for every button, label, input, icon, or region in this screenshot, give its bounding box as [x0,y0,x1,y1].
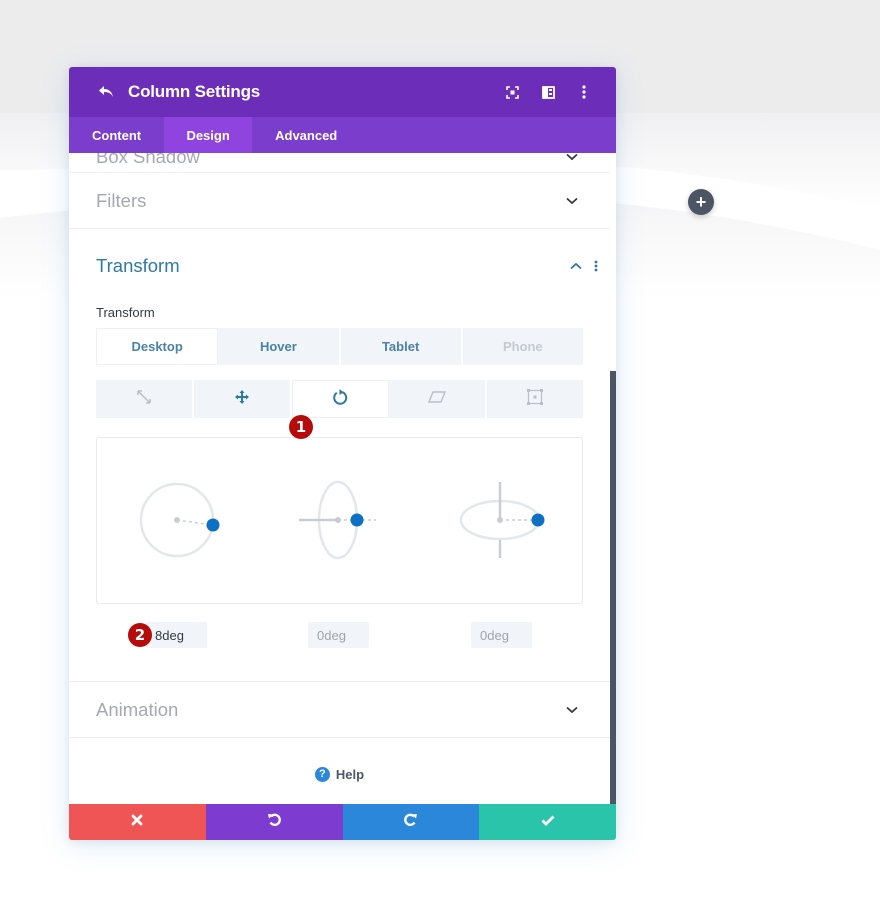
device-tab-hover[interactable]: Hover [218,328,341,365]
rotate-x-input[interactable]: 0deg [308,622,369,648]
transform-field-label: Transform [96,305,155,320]
device-tab-phone[interactable]: Phone [463,328,583,365]
chevron-down-icon[interactable] [564,153,580,165]
rotate-x-handle [350,513,364,527]
origin-icon [526,388,544,411]
skew-icon [428,390,447,408]
focus-icon[interactable] [494,77,530,107]
transform-tool-tabs [96,380,583,418]
undo-button[interactable] [205,804,343,840]
section-title: Box Shadow [96,153,200,167]
tool-tab-scale[interactable] [96,380,194,418]
back-arrow-icon[interactable] [96,82,116,102]
section-title[interactable]: Transform [96,255,568,277]
section-filters[interactable]: Filters [69,173,610,229]
device-tab-desktop[interactable]: Desktop [96,328,219,365]
device-tabs: Desktop Hover Tablet Phone [96,328,583,365]
rotate-controls-panel [96,437,583,604]
settings-scroll-area: Box Shadow Filters Transform Transform D… [69,153,616,804]
tab-content[interactable]: Content [69,117,164,153]
section-animation[interactable]: Animation [69,682,610,738]
rotate-values-row: 2 8deg 0deg 0deg [96,604,583,651]
plus-icon: + [695,192,707,212]
tool-tab-origin[interactable] [487,380,583,418]
rotate-z-handle [206,518,220,532]
modal-footer [69,804,616,840]
scrollbar[interactable] [610,371,616,804]
rotate-z-dial[interactable] [139,482,220,558]
more-vertical-icon[interactable] [566,77,602,107]
move-icon [234,389,249,409]
check-icon [541,813,555,831]
rotate-y-dial[interactable] [459,482,545,558]
rotate-y-handle [531,513,545,527]
section-title: Filters [96,189,147,211]
close-icon [131,813,143,831]
rotate-x-dial[interactable] [299,480,376,560]
section-transform: Transform Transform Desktop Hover Tablet… [69,229,610,682]
split-view-icon[interactable] [530,77,566,107]
more-vertical-icon[interactable] [588,258,604,274]
add-section-button[interactable]: + [688,189,714,215]
section-title: Animation [96,698,179,720]
chevron-down-icon[interactable] [564,702,580,718]
column-settings-modal: Column Settings Content Design Advanced … [69,67,616,840]
tool-tab-skew[interactable] [389,380,488,418]
modal-header: Column Settings [69,67,616,117]
tool-tab-translate[interactable] [194,380,292,418]
save-button[interactable] [479,804,616,840]
rotate-z-input[interactable]: 8deg [146,622,207,648]
tab-advanced[interactable]: Advanced [252,117,360,153]
settings-tabs: Content Design Advanced [69,117,616,153]
annotation-badge-2: 2 [128,623,152,647]
help-link[interactable]: ? Help [69,738,610,804]
redo-button[interactable] [342,804,480,840]
modal-title: Column Settings [128,82,261,101]
section-box-shadow[interactable]: Box Shadow [69,153,610,173]
annotation-badge-1: 1 [289,415,313,439]
chevron-up-icon[interactable] [568,258,584,274]
rotate-y-input[interactable]: 0deg [471,622,532,648]
device-tab-tablet[interactable]: Tablet [341,328,463,365]
rotate-icon [332,388,348,411]
resize-icon [136,389,152,410]
redo-icon [403,812,418,832]
cancel-button[interactable] [69,804,206,840]
help-label: Help [335,766,365,782]
chevron-down-icon[interactable] [564,193,580,209]
tab-design[interactable]: Design [164,117,253,153]
undo-icon [267,812,282,832]
help-icon: ? [314,766,330,782]
tool-tab-rotate[interactable] [291,380,390,418]
